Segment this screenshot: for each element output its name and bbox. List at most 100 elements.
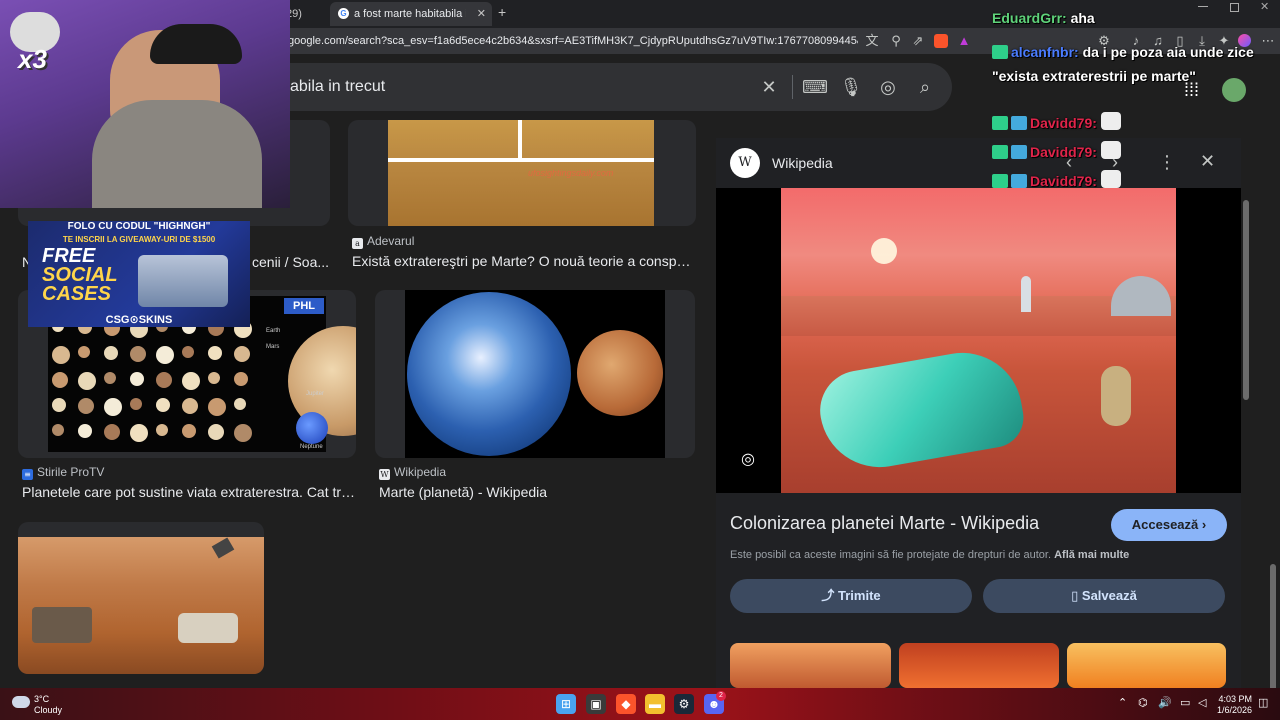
planet-dot xyxy=(52,398,66,412)
share-page-icon[interactable]: ⇗ xyxy=(910,33,926,49)
chat-user: Davidd79: xyxy=(1030,173,1097,189)
planet-dot xyxy=(182,424,196,438)
tab-active[interactable]: G a fost marte habitabila in trecut ✕ xyxy=(330,2,492,26)
panel-source[interactable]: Wikipedia xyxy=(772,138,833,188)
planet-label: Mars xyxy=(266,344,280,350)
brave-shield-icon[interactable] xyxy=(934,34,948,48)
watermark-text: ufosightingsdaily.com xyxy=(528,168,614,178)
related-thumbnail[interactable] xyxy=(730,643,891,688)
chat-message: Davidd79: xyxy=(992,141,1124,160)
sun-drawing xyxy=(871,238,897,264)
subscriber-badge-icon xyxy=(992,45,1008,59)
result-4[interactable]: W Wikipedia Marte (planetă) - Wikipedia xyxy=(379,464,695,502)
search-icon[interactable]: ⌕ xyxy=(913,75,937,99)
volume-icon[interactable]: 🔊 xyxy=(1158,696,1172,709)
planet-dot xyxy=(234,372,248,386)
result-source: a Adevarul xyxy=(352,233,692,249)
planet-dot xyxy=(130,346,146,362)
share-button[interactable]: ⤴ Trimite xyxy=(730,579,972,613)
planet-dot xyxy=(104,346,118,360)
clock-date[interactable]: 1/6/2026 xyxy=(1212,705,1252,716)
task-view-icon[interactable]: ▣ xyxy=(586,694,606,714)
related-thumbnail[interactable] xyxy=(1067,643,1226,688)
lens-icon[interactable]: ◎ xyxy=(876,75,900,99)
tab-active-title: a fost marte habitabila in trecut xyxy=(354,8,466,20)
planet-dot xyxy=(208,398,226,416)
discord-badge: 2 xyxy=(716,691,726,701)
tab-close-icon[interactable]: ✕ xyxy=(477,2,486,26)
panel-scrollbar[interactable] xyxy=(1243,200,1249,400)
save-button[interactable]: ▯ Salvează xyxy=(983,579,1225,613)
case-drawing xyxy=(138,255,228,307)
steam-icon[interactable]: ⚙ xyxy=(674,694,694,714)
apps-grid-icon[interactable]: ⁞⁞⁞ xyxy=(1184,80,1199,101)
planet-dot xyxy=(104,398,122,416)
related-thumbnail[interactable] xyxy=(899,643,1059,688)
planet-dot xyxy=(104,424,120,440)
image-caption[interactable]: Colonizarea planetei Marte - Wikipedia xyxy=(730,513,1039,534)
minimize-icon[interactable] xyxy=(1198,6,1208,7)
lander-drawing xyxy=(178,613,238,643)
wikipedia-favicon-icon: W xyxy=(379,469,390,480)
chat-user: Davidd79: xyxy=(1030,144,1097,160)
account-avatar[interactable] xyxy=(1222,78,1246,102)
rewards-triangle-icon[interactable]: ▲ xyxy=(956,33,972,49)
learn-more-link[interactable]: Află mai multe xyxy=(1054,549,1129,561)
taskbar: 3°C Cloudy ⊞ ▣ ◆ ▬ ⚙ ☻ 2 ⌃ ⌬ 🔊 ▭ ◁ 4:03 … xyxy=(0,688,1280,720)
planet-dot xyxy=(208,424,224,440)
preview-image[interactable]: ◎ xyxy=(716,188,1241,493)
chat-message: Davidd79: xyxy=(992,112,1124,131)
page-scrollbar[interactable] xyxy=(1270,564,1276,688)
search-box[interactable]: abila in trecut ✕ ⌨ 🎙 ◎ ⌕ xyxy=(240,63,952,111)
keyboard-icon[interactable]: ⌨ xyxy=(802,75,828,99)
translate-icon[interactable]: 文 xyxy=(864,33,880,49)
planet-dot xyxy=(52,346,70,364)
cloud-icon xyxy=(12,696,30,708)
result-title[interactable]: Planetele care pot sustine viata extrate… xyxy=(22,482,356,502)
new-tab-button[interactable]: + xyxy=(498,4,506,20)
result-title[interactable]: Există extratereştri pe Marte? O nouă te… xyxy=(352,251,692,271)
planet-dot xyxy=(52,424,64,436)
wikipedia-logo[interactable]: W xyxy=(730,148,760,178)
divider xyxy=(792,75,793,99)
search-input[interactable]: abila in trecut xyxy=(290,63,385,111)
zoom-icon[interactable]: ⚲ xyxy=(888,33,904,49)
planet-dot xyxy=(104,372,116,384)
visit-button[interactable]: Accesează › xyxy=(1111,509,1227,541)
notifications-icon[interactable]: ◫ xyxy=(1258,696,1268,709)
start-icon[interactable]: ⊞ xyxy=(556,694,576,714)
clear-search-icon[interactable]: ✕ xyxy=(757,75,781,99)
result-source: ≡ Stirile ProTV xyxy=(22,464,356,480)
planet-dot xyxy=(52,372,68,388)
badge-icon xyxy=(992,174,1008,188)
clock-time[interactable]: 4:03 PM xyxy=(1212,694,1252,705)
chat-user: EduardGrr: xyxy=(992,10,1067,26)
result-3[interactable]: ≡ Stirile ProTV Planetele care pot sustin… xyxy=(22,464,356,502)
result-2[interactable]: a Adevarul Există extratereştri pe Marte?… xyxy=(352,233,692,271)
lens-search-icon[interactable]: ◎ xyxy=(738,450,758,470)
promo-code: CU CODUL "HIGHNGH" xyxy=(98,221,211,232)
webcam-overlay: x3 xyxy=(0,0,290,208)
planet-dot xyxy=(182,372,200,390)
result-image-2[interactable]: ufosightingsdaily.com xyxy=(348,120,696,226)
planet-label: Neptune xyxy=(300,444,323,450)
protv-favicon-icon: ≡ xyxy=(22,469,33,480)
display-icon[interactable]: ▭ xyxy=(1180,696,1190,709)
result-title[interactable]: Marte (planetă) - Wikipedia xyxy=(379,482,695,502)
speaker-icon[interactable]: ◁ xyxy=(1198,696,1206,709)
brave-icon[interactable]: ◆ xyxy=(616,694,636,714)
streamer-cap xyxy=(150,24,242,64)
weather-condition[interactable]: Cloudy xyxy=(34,705,62,716)
microphone-icon[interactable]: 🎙 xyxy=(839,75,863,99)
result-title-fragment[interactable]: cenii / Soa... xyxy=(252,252,330,272)
planet-dot xyxy=(182,346,194,358)
file-explorer-icon[interactable]: ▬ xyxy=(645,694,665,714)
url-field[interactable]: google.com/search?sca_esv=f1a6d5ece4c2b6… xyxy=(288,32,858,50)
weather-temp[interactable]: 3°C xyxy=(34,694,49,705)
planet-dot xyxy=(234,346,250,362)
planet-dot xyxy=(78,372,96,390)
network-icon[interactable]: ⌬ xyxy=(1138,696,1148,709)
tray-chevron-icon[interactable]: ⌃ xyxy=(1118,696,1127,709)
result-image-5[interactable] xyxy=(18,522,264,674)
result-image-4[interactable] xyxy=(375,290,695,458)
